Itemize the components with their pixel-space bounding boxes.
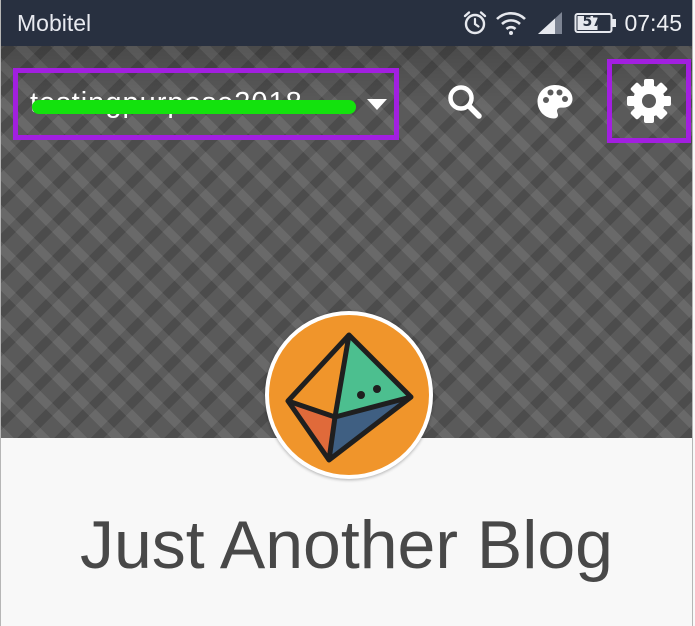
palette-icon	[537, 85, 573, 119]
blog-avatar[interactable]	[265, 311, 433, 479]
theme-button[interactable]	[533, 80, 577, 124]
search-icon	[448, 85, 482, 119]
blog-title: Just Another Blog	[79, 507, 613, 583]
status-bar: Mobitel 57 07:45	[1, 0, 692, 46]
search-button[interactable]	[443, 80, 487, 124]
gear-icon	[627, 79, 671, 123]
chevron-down-icon	[367, 99, 387, 110]
carrier-name: Mobitel	[17, 10, 92, 36]
octahedron-logo-icon	[269, 315, 429, 475]
status-icons: 57 07:45	[462, 8, 682, 38]
settings-button[interactable]	[607, 59, 691, 143]
app-screen: Mobitel 57 07:45 Just Another Blog	[0, 0, 693, 626]
site-selector[interactable]: testingpurpose2018	[13, 68, 399, 140]
alarm-icon	[464, 11, 487, 35]
signal-icon	[538, 12, 563, 34]
status-time: 07:45	[624, 9, 682, 36]
battery-icon: 57	[574, 12, 618, 34]
battery-level: 57	[582, 14, 602, 30]
redaction-mark	[32, 100, 356, 114]
wifi-icon	[496, 12, 527, 35]
